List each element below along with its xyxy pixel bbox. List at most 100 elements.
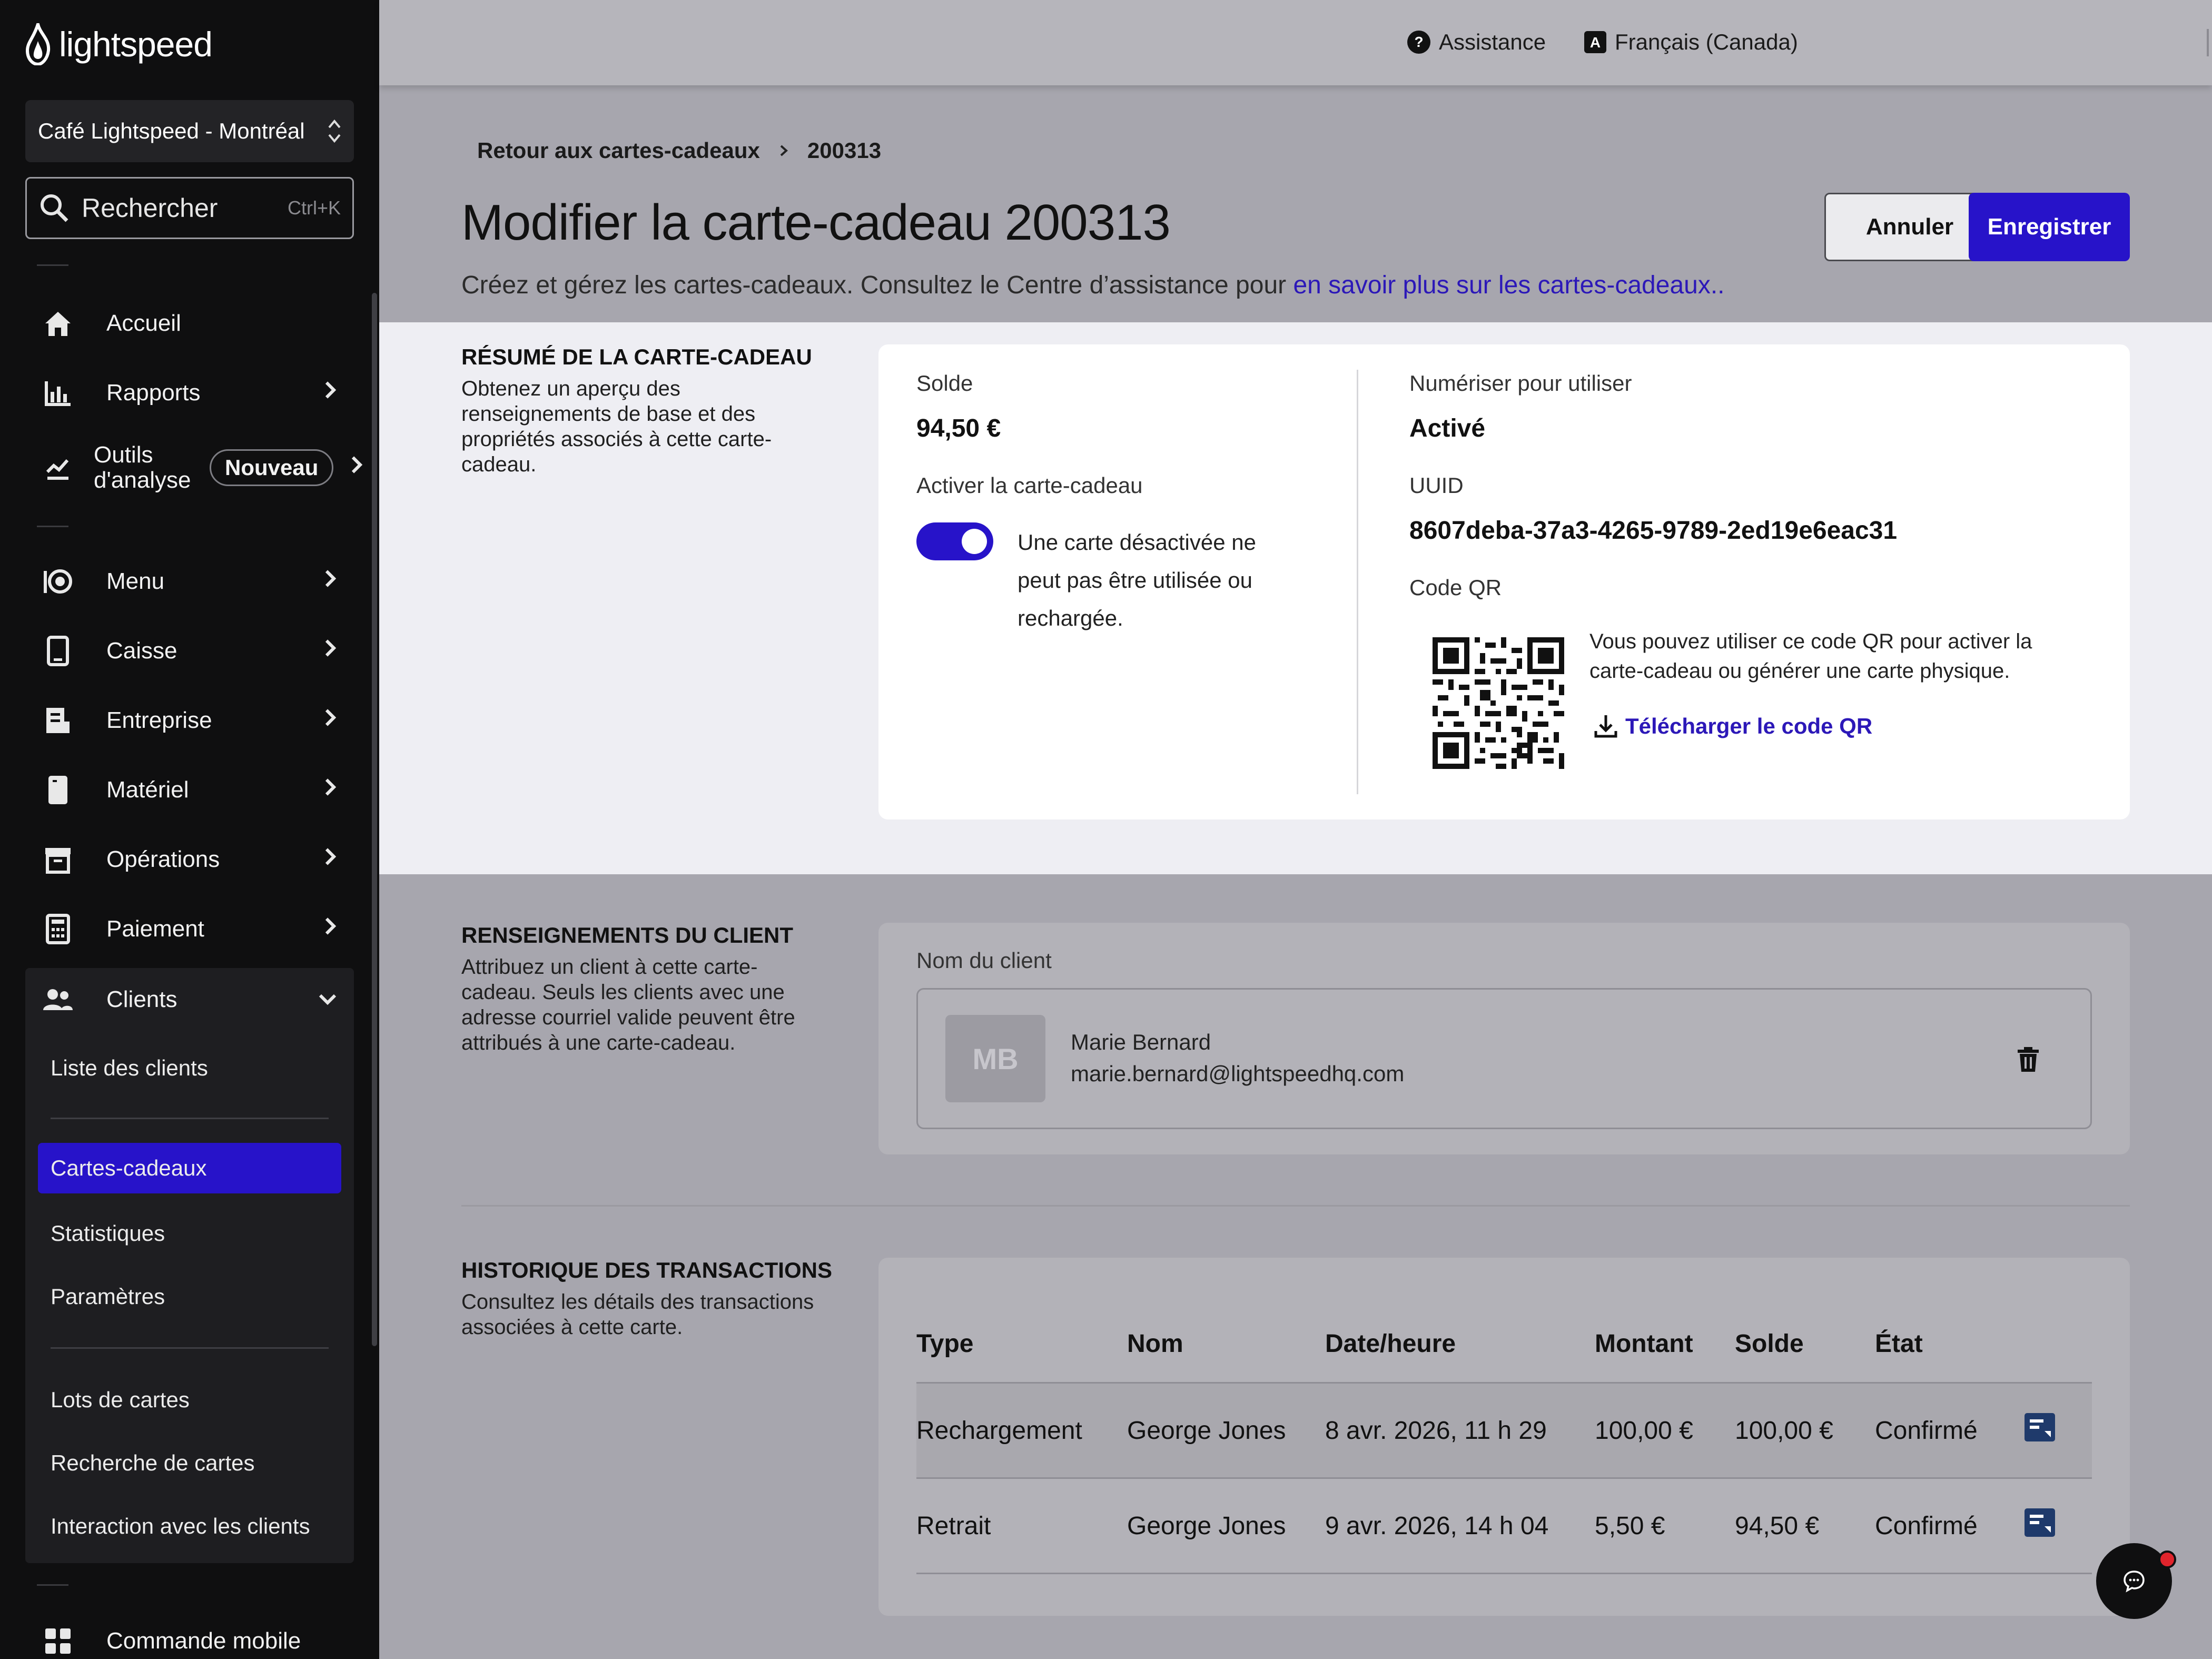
bar-chart-icon bbox=[41, 376, 75, 410]
cell-nom: George Jones bbox=[1127, 1382, 1325, 1479]
submenu-item-parametres[interactable]: Paramètres bbox=[25, 1271, 354, 1322]
cell-type: Rechargement bbox=[916, 1382, 1127, 1479]
divider bbox=[51, 1118, 329, 1119]
receipt-button[interactable] bbox=[2023, 1478, 2092, 1574]
search-shortcut: Ctrl+K bbox=[287, 197, 341, 219]
sidebar-scrollbar[interactable] bbox=[372, 293, 377, 1346]
column-header-nom[interactable]: Nom bbox=[1127, 1305, 1325, 1384]
cell-montant: 100,00 € bbox=[1595, 1382, 1735, 1479]
transactions-description: Consultez les détails des transactions a… bbox=[461, 1290, 814, 1339]
activate-toggle[interactable] bbox=[916, 522, 993, 560]
cell-montant: 5,50 € bbox=[1595, 1478, 1735, 1574]
hardware-icon bbox=[41, 773, 75, 807]
client-field[interactable]: MB Marie Bernard marie.bernard@lightspee… bbox=[916, 988, 2092, 1129]
submenu-item-liste-clients[interactable]: Liste des clients bbox=[25, 1043, 354, 1093]
divider bbox=[37, 1584, 68, 1586]
new-badge: Nouveau bbox=[210, 449, 334, 486]
analytics-icon bbox=[41, 451, 75, 485]
sidebar-item-accueil[interactable]: Accueil bbox=[25, 292, 354, 355]
cell-etat: Confirmé bbox=[1875, 1382, 2023, 1479]
qr-description: Vous pouvez utiliser ce code QR pour act… bbox=[1589, 630, 2032, 683]
download-qr-link[interactable]: Télécharger le code QR bbox=[1593, 713, 1872, 739]
language-selector[interactable]: A Français (Canada) bbox=[1583, 26, 1798, 58]
sidebar-item-commande-mobile[interactable]: Commande mobile bbox=[25, 1609, 354, 1659]
submenu-item-cartes-cadeaux[interactable]: Cartes-cadeaux bbox=[38, 1143, 341, 1193]
sidebar-item-label: Commande mobile bbox=[106, 1628, 301, 1654]
chat-bubble-icon bbox=[2124, 1571, 2145, 1593]
cell-date: 9 avr. 2026, 14 h 04 bbox=[1325, 1478, 1595, 1574]
divider bbox=[37, 264, 68, 266]
tablet-icon bbox=[41, 634, 75, 668]
sidebar-item-label: Caisse bbox=[106, 638, 177, 664]
chevron-up-down-icon bbox=[328, 118, 341, 144]
uuid-value: 8607deba-37a3-4265-9789-2ed19e6eac31 bbox=[1409, 517, 1898, 545]
divider bbox=[37, 526, 68, 527]
chevron-right-icon bbox=[322, 568, 338, 595]
table-row[interactable]: Rechargement George Jones 8 avr. 2026, 1… bbox=[916, 1382, 2092, 1479]
chevron-right-icon bbox=[322, 916, 338, 943]
cell-date: 8 avr. 2026, 11 h 29 bbox=[1325, 1382, 1595, 1479]
summary-description: Obtenez un aperçu des renseignements de … bbox=[461, 377, 772, 476]
chevron-right-icon bbox=[780, 145, 788, 156]
receipt-button[interactable] bbox=[2023, 1382, 2092, 1479]
help-circle-icon: ? bbox=[1407, 31, 1430, 54]
sidebar-item-operations[interactable]: Opérations bbox=[25, 828, 354, 891]
flame-logo-icon bbox=[25, 23, 51, 65]
download-qr-label: Télécharger le code QR bbox=[1625, 714, 1873, 738]
help-link[interactable]: ? Assistance bbox=[1406, 26, 1546, 58]
breadcrumb-current: 200313 bbox=[807, 138, 882, 163]
sidebar-item-label: Accueil bbox=[106, 310, 181, 336]
sidebar: lightspeed Café Lightspeed - Montréal Re… bbox=[0, 0, 379, 1659]
divider bbox=[2207, 29, 2209, 56]
chevron-right-icon bbox=[349, 455, 364, 481]
submenu-item-recherche-cartes[interactable]: Recherche de cartes bbox=[25, 1438, 354, 1488]
sidebar-item-menu[interactable]: Menu bbox=[25, 550, 354, 613]
lightspeed-logo[interactable]: lightspeed bbox=[24, 23, 213, 65]
submenu-item-interaction-clients[interactable]: Interaction avec les clients bbox=[25, 1501, 354, 1552]
trash-icon bbox=[2018, 1047, 2039, 1072]
remove-client-button[interactable] bbox=[2017, 1046, 2040, 1075]
chevron-right-icon bbox=[322, 380, 338, 407]
divider bbox=[461, 1205, 2130, 1207]
submenu-item-statistiques[interactable]: Statistiques bbox=[25, 1208, 354, 1259]
sidebar-search[interactable]: Rechercher Ctrl+K bbox=[25, 177, 354, 239]
sidebar-item-materiel[interactable]: Matériel bbox=[25, 758, 354, 822]
save-button[interactable]: Enregistrer bbox=[1969, 193, 2130, 261]
sidebar-item-entreprise[interactable]: Entreprise bbox=[25, 689, 354, 752]
sidebar-item-rapports[interactable]: Rapports bbox=[25, 361, 354, 424]
column-header-montant[interactable]: Montant bbox=[1595, 1305, 1735, 1384]
toggle-knob bbox=[962, 529, 987, 554]
column-header-actions bbox=[2023, 1305, 2092, 1384]
client-name: Marie Bernard bbox=[1071, 1030, 1211, 1054]
cell-nom: George Jones bbox=[1127, 1478, 1325, 1574]
help-center-link[interactable]: en savoir plus sur les cartes-cadeaux.. bbox=[1293, 271, 1724, 299]
sidebar-item-label: Clients bbox=[106, 986, 177, 1012]
column-header-date[interactable]: Date/heure bbox=[1325, 1305, 1595, 1384]
sidebar-item-paiement[interactable]: Paiement bbox=[25, 897, 354, 961]
breadcrumb-back-link[interactable]: Retour aux cartes-cadeaux bbox=[477, 138, 760, 163]
chevron-right-icon bbox=[322, 846, 338, 873]
sidebar-item-clients[interactable]: Clients bbox=[25, 968, 354, 1031]
language-icon: A bbox=[1584, 31, 1606, 53]
sidebar-item-caisse[interactable]: Caisse bbox=[25, 619, 354, 683]
store-selector[interactable]: Café Lightspeed - Montréal bbox=[25, 100, 354, 162]
divider bbox=[1357, 370, 1358, 794]
store-name: Café Lightspeed - Montréal bbox=[38, 118, 305, 143]
sidebar-item-outils[interactable]: Outils d'analyse Nouveau bbox=[25, 436, 363, 499]
chevron-right-icon bbox=[322, 777, 338, 804]
sidebar-item-label: Outils d'analyse bbox=[94, 442, 191, 493]
column-header-type[interactable]: Type bbox=[916, 1305, 1127, 1384]
column-header-etat[interactable]: État bbox=[1875, 1305, 2023, 1384]
scan-value: Activé bbox=[1409, 414, 1486, 442]
sidebar-item-label: Matériel bbox=[106, 777, 189, 803]
column-header-solde[interactable]: Solde bbox=[1735, 1305, 1875, 1384]
receipt-icon bbox=[2025, 1508, 2055, 1537]
page-title: Modifier la carte-cadeau 200313 bbox=[461, 194, 1171, 251]
activate-help-text: Une carte désactivée ne peut pas être ut… bbox=[1018, 530, 1256, 630]
client-email: marie.bernard@lightspeedhq.com bbox=[1071, 1061, 1405, 1086]
sidebar-item-label: Paiement bbox=[106, 916, 204, 942]
cell-solde: 94,50 € bbox=[1735, 1478, 1875, 1574]
submenu-item-lots-cartes[interactable]: Lots de cartes bbox=[25, 1375, 354, 1425]
table-row[interactable]: Retrait George Jones 9 avr. 2026, 14 h 0… bbox=[916, 1478, 2092, 1574]
receipt-icon bbox=[2025, 1413, 2055, 1441]
